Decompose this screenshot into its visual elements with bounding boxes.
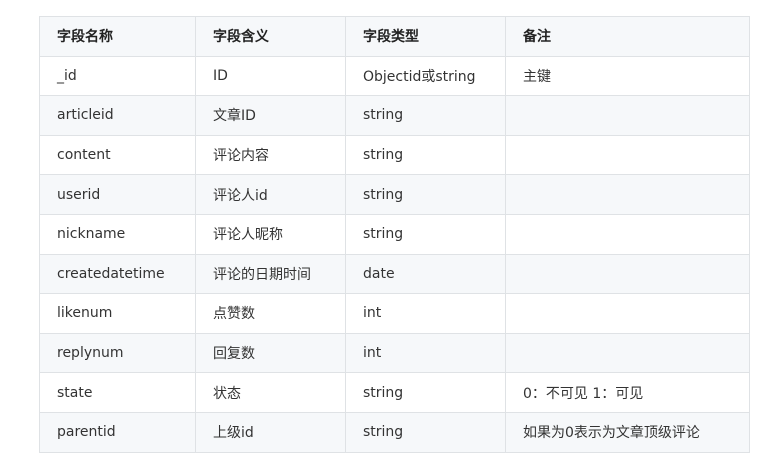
cell-field-type: string [345,174,506,215]
cell-field-meaning: 评论内容 [195,134,346,176]
cell-remark [505,293,750,334]
cell-remark: 如果为0表示为文章顶级评论 [505,411,750,453]
cell-field-name: createdatetime [39,253,196,295]
cell-field-name: replynum [39,332,196,374]
table-container: 字段名称 字段含义 字段类型 备注 _id ID Objectid或string… [39,16,750,453]
table-row: likenum 点赞数 int [39,293,750,334]
cell-field-meaning: 点赞数 [195,293,346,334]
cell-field-name: _id [39,55,196,97]
cell-field-meaning: 文章ID [195,95,346,136]
cell-field-type: Objectid或string [345,55,506,97]
cell-field-name: nickname [39,213,196,255]
table-row: replynum 回复数 int [39,332,750,374]
cell-remark: 主键 [505,55,750,97]
table-row: state 状态 string 0：不可见 1：可见 [39,372,750,413]
table-row: nickname 评论人昵称 string [39,213,750,255]
table-row: _id ID Objectid或string 主键 [39,55,750,97]
cell-field-meaning: ID [195,55,346,97]
cell-remark [505,174,750,215]
cell-field-type: string [345,213,506,255]
cell-field-meaning: 评论人id [195,174,346,215]
cell-field-meaning: 回复数 [195,332,346,374]
table-row: articleid 文章ID string [39,95,750,136]
cell-remark [505,253,750,295]
cell-field-name: state [39,372,196,413]
cell-field-meaning: 上级id [195,411,346,453]
cell-field-type: int [345,293,506,334]
table-row: userid 评论人id string [39,174,750,215]
cell-field-meaning: 评论人昵称 [195,213,346,255]
cell-remark [505,332,750,374]
cell-field-type: string [345,95,506,136]
cell-remark [505,213,750,255]
cell-field-name: content [39,134,196,176]
field-table: 字段名称 字段含义 字段类型 备注 _id ID Objectid或string… [39,16,750,453]
header-field-meaning: 字段含义 [195,16,346,57]
table-row: parentid 上级id string 如果为0表示为文章顶级评论 [39,411,750,453]
header-field-name: 字段名称 [39,16,196,57]
cell-field-meaning: 评论的日期时间 [195,253,346,295]
cell-remark [505,95,750,136]
table-row: content 评论内容 string [39,134,750,176]
cell-field-meaning: 状态 [195,372,346,413]
table-header-row: 字段名称 字段含义 字段类型 备注 [39,16,750,57]
cell-field-name: parentid [39,411,196,453]
cell-remark [505,134,750,176]
cell-field-type: string [345,134,506,176]
cell-remark: 0：不可见 1：可见 [505,372,750,413]
cell-field-type: date [345,253,506,295]
header-field-type: 字段类型 [345,16,506,57]
cell-field-type: string [345,372,506,413]
header-remark: 备注 [505,16,750,57]
cell-field-name: articleid [39,95,196,136]
cell-field-name: likenum [39,293,196,334]
cell-field-type: int [345,332,506,374]
cell-field-type: string [345,411,506,453]
cell-field-name: userid [39,174,196,215]
table-row: createdatetime 评论的日期时间 date [39,253,750,295]
